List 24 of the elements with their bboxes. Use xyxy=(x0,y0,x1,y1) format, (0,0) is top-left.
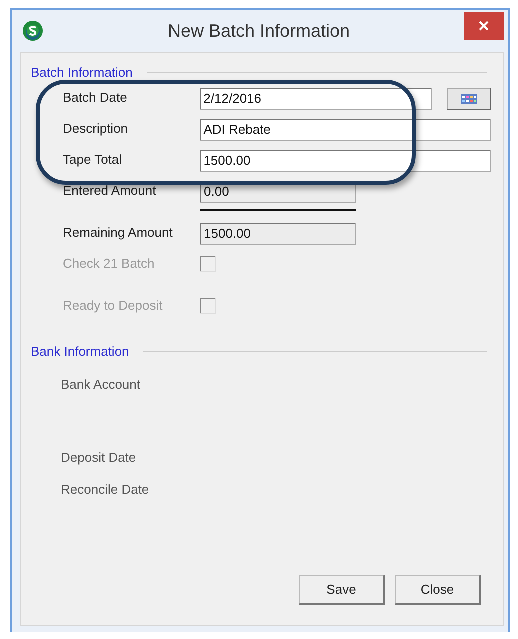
input-field[interactable]: ADI Rebate xyxy=(200,119,491,141)
field-label: Reconcile Date xyxy=(61,482,150,499)
section-title: Bank Information xyxy=(31,344,130,359)
input-field[interactable]: 1500.00 xyxy=(200,150,491,172)
field-label: Description xyxy=(63,120,130,136)
input-field[interactable]: 1500.00 xyxy=(200,223,356,245)
checkbox-label: Ready to Deposit xyxy=(63,297,164,313)
input-field[interactable]: 2/12/2016 xyxy=(200,88,432,110)
window-title: New Batch Information xyxy=(166,20,352,42)
section-title: Batch Information xyxy=(31,65,133,80)
field-label: Tape Total xyxy=(63,151,124,167)
field-label: Entered Amount xyxy=(63,182,158,198)
field-label: Deposit Date xyxy=(61,450,138,467)
field-label: Bank Account xyxy=(61,377,142,394)
checkbox-label: Check 21 Batch xyxy=(63,255,156,271)
app-logo-icon xyxy=(22,20,44,42)
field-label: Batch Date xyxy=(63,89,128,105)
dialog-button[interactable]: Close xyxy=(395,575,481,605)
calendar-icon xyxy=(461,94,478,104)
calendar-button[interactable] xyxy=(447,88,491,110)
field-label: Remaining Amount xyxy=(63,224,174,240)
dialog-button[interactable]: Save xyxy=(299,575,385,605)
close-button[interactable] xyxy=(464,12,504,40)
close-icon xyxy=(479,21,489,31)
